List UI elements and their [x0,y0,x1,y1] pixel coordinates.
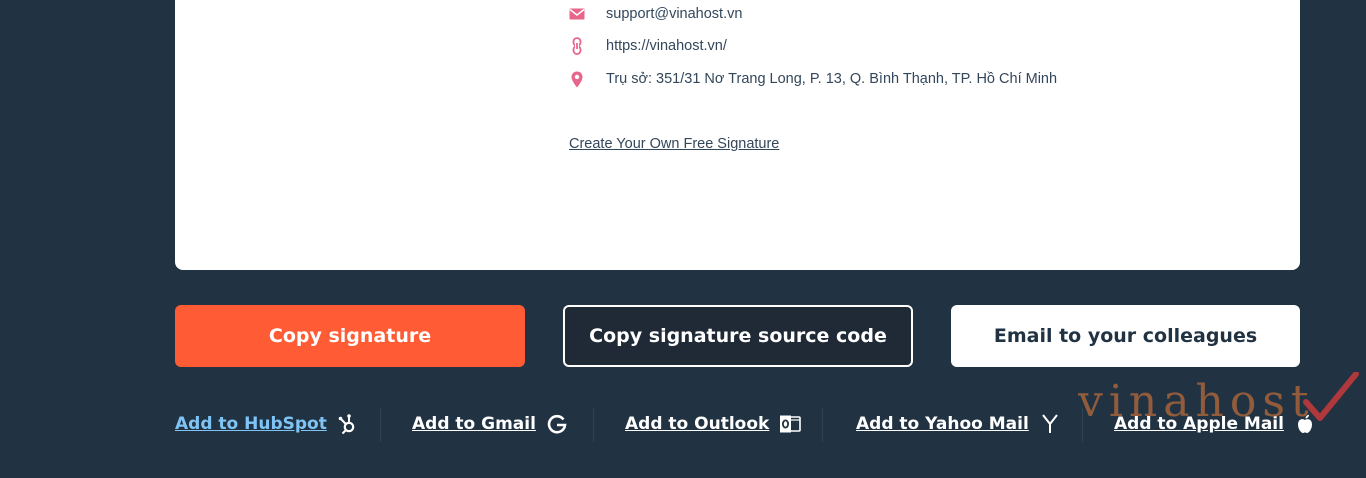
add-to-hubspot-link[interactable]: Add to HubSpot [175,406,359,442]
add-to-yahoo-mail-link[interactable]: Add to Yahoo Mail [856,406,1061,442]
create-signature-link[interactable]: Create Your Own Free Signature [569,136,779,152]
integration-label: Add to Gmail [412,414,536,434]
divider [593,408,594,442]
signature-email-row: support@vinahost.vn [569,6,742,22]
signature-email[interactable]: support@vinahost.vn [606,6,742,22]
integration-links: Add to HubSpot Add to Gmail Add to Outlo… [0,406,1366,442]
envelope-icon [569,6,585,22]
location-pin-icon [569,71,585,87]
apple-icon [1294,413,1316,435]
outlook-icon [779,413,802,435]
copy-source-code-button[interactable]: Copy signature source code [563,305,913,367]
integration-label: Add to HubSpot [175,414,327,434]
copy-signature-button[interactable]: Copy signature [175,305,525,367]
email-colleagues-button[interactable]: Email to your colleagues [951,305,1300,367]
gmail-icon [546,413,568,435]
yahoo-icon [1039,413,1061,435]
hubspot-icon [337,413,359,435]
divider [380,408,381,442]
integration-label: Add to Apple Mail [1114,414,1284,434]
integration-label: Add to Yahoo Mail [856,414,1029,434]
signature-website-row: https://vinahost.vn/ [569,37,727,55]
link-icon [569,37,585,55]
add-to-apple-mail-link[interactable]: Add to Apple Mail [1114,406,1316,442]
add-to-gmail-link[interactable]: Add to Gmail [412,406,568,442]
signature-address-row: Trụ sở: 351/31 Nơ Trang Long, P. 13, Q. … [569,71,1057,87]
signature-preview-card: support@vinahost.vn https://vinahost.vn/… [175,0,1300,270]
signature-website[interactable]: https://vinahost.vn/ [606,38,727,54]
divider [822,408,823,442]
signature-address: Trụ sở: 351/31 Nơ Trang Long, P. 13, Q. … [606,71,1058,87]
add-to-outlook-link[interactable]: Add to Outlook [625,406,802,442]
integration-label: Add to Outlook [625,414,770,434]
divider [1082,408,1083,442]
